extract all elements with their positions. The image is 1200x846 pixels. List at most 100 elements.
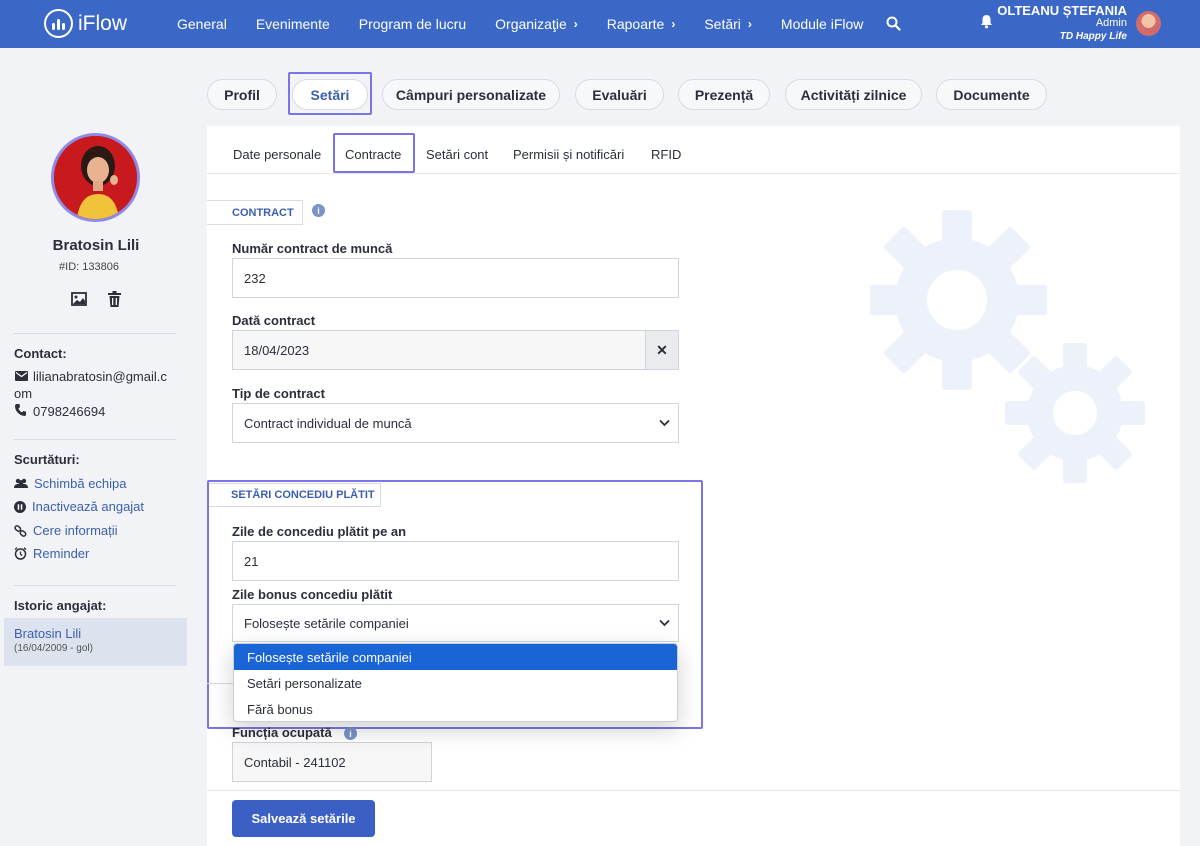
job-label: Funcția ocupată — [232, 725, 332, 740]
leave-days-label: Zile de concediu plătit pe an — [232, 524, 407, 539]
user-name: OLTEANU ȘTEFANIA — [997, 3, 1127, 18]
contract-date-input[interactable]: 18/04/2023 — [232, 330, 646, 370]
tab-label: Activități zilnice — [800, 86, 907, 103]
shortcut-change-team[interactable]: Schimbă echipa — [14, 476, 127, 491]
save-settings-button[interactable]: Salvează setările — [232, 800, 375, 837]
tab-label: Documente — [953, 86, 1030, 103]
profile-name: Bratosin Lili — [52, 237, 140, 254]
tab-documente[interactable]: Documente — [936, 79, 1047, 110]
users-icon — [14, 478, 28, 488]
bell-icon[interactable] — [980, 14, 993, 29]
nav-item-evenimente[interactable]: Evenimente — [256, 16, 330, 32]
nav-item-organizatie[interactable]: Organizaţie › — [495, 16, 578, 32]
user-avatar[interactable] — [1136, 11, 1161, 36]
nav-label: Organizaţie — [495, 16, 567, 32]
history-item[interactable]: Bratosin Lili (16/04/2009 - gol) — [4, 618, 187, 666]
tab-prezenta[interactable]: Prezență — [678, 79, 770, 110]
chevron-down-icon — [659, 419, 670, 427]
leave-bonus-select[interactable]: Folosește setările companiei — [232, 604, 679, 642]
shortcut-deactivate[interactable]: Inactivează angajat — [14, 499, 144, 514]
tab-label: Profil — [224, 86, 260, 103]
subtab-rfid[interactable]: RFID — [651, 147, 681, 162]
divider — [207, 790, 1180, 791]
shortcut-label: Schimbă echipa — [34, 476, 127, 491]
tab-evaluari[interactable]: Evaluări — [575, 79, 664, 110]
input-value: 21 — [244, 553, 259, 569]
subtab-date-personale[interactable]: Date personale — [233, 147, 321, 162]
contact-email-line2: om — [14, 386, 33, 401]
shortcut-reminder[interactable]: Reminder — [14, 546, 89, 561]
shortcut-label: Cere informații — [33, 523, 118, 538]
contract-number-label: Număr contract de muncă — [232, 241, 393, 256]
nav-label: General — [177, 16, 227, 32]
top-navbar: iFlow General Evenimente Program de lucr… — [0, 0, 1200, 48]
chevron-right-icon: › — [671, 17, 676, 31]
dropdown-option[interactable]: Folosește setările companiei — [234, 644, 677, 670]
profile-photo — [54, 136, 137, 219]
input-value: 18/04/2023 — [244, 342, 310, 358]
nav-item-module[interactable]: Module iFlow — [781, 16, 863, 32]
contract-date-label: Dată contract — [232, 313, 316, 328]
contact-email-line1: lilianabratosin@gmail.c — [33, 369, 167, 384]
tab-profil[interactable]: Profil — [207, 79, 277, 110]
bonus-dropdown-menu: Folosește setările companiei Setări pers… — [233, 643, 678, 722]
shortcuts-heading: Scurtături: — [14, 452, 80, 467]
nav-label: Rapoarte — [606, 16, 665, 32]
input-value: 232 — [244, 270, 266, 286]
subtab-permisii[interactable]: Permisii și notificări — [513, 147, 624, 162]
contract-number-input[interactable]: 232 — [232, 258, 679, 298]
gear-illustration — [870, 210, 1145, 483]
contract-type-label: Tip de contract — [232, 386, 325, 401]
nav-item-program[interactable]: Program de lucru — [359, 16, 466, 32]
info-icon[interactable]: i — [344, 727, 357, 740]
chevron-right-icon: › — [747, 17, 752, 31]
close-icon: ✕ — [656, 341, 668, 358]
contract-type-select[interactable]: Contract individual de muncă — [232, 403, 679, 443]
nav-label: Program de lucru — [358, 16, 467, 32]
search-icon[interactable] — [886, 16, 901, 31]
history-heading: Istoric angajat: — [14, 598, 107, 613]
history-name: Bratosin Lili — [14, 626, 82, 641]
shortcut-request-info[interactable]: Cere informații — [14, 523, 118, 538]
button-label: Salvează setările — [251, 811, 356, 826]
leave-days-input[interactable]: 21 — [232, 541, 679, 581]
app-name: iFlow — [78, 11, 128, 35]
alarm-clock-icon — [14, 547, 27, 560]
clear-date-button[interactable]: ✕ — [645, 330, 679, 370]
pause-circle-icon — [14, 500, 26, 513]
user-menu[interactable]: OLTEANU ȘTEFANIA Admin TD Happy Life — [997, 4, 1127, 43]
app-logo[interactable]: iFlow — [44, 9, 127, 38]
trash-icon[interactable] — [108, 291, 121, 307]
nav-label: Setări — [704, 16, 741, 32]
tab-campuri-personalizate[interactable]: Câmpuri personalizate — [382, 79, 560, 110]
tab-highlight — [288, 72, 372, 115]
subtab-highlight — [333, 133, 415, 173]
nav-label: Evenimente — [255, 16, 330, 32]
tab-label: Câmpuri personalizate — [395, 86, 547, 103]
job-input[interactable]: Contabil - 241102 — [232, 742, 432, 782]
shortcut-label: Inactivează angajat — [32, 499, 145, 514]
tab-label: Prezență — [694, 86, 754, 103]
link-icon — [14, 524, 27, 537]
info-icon[interactable]: i — [312, 204, 325, 217]
shortcut-label: Reminder — [33, 546, 90, 561]
tab-activitati-zilnice[interactable]: Activități zilnice — [785, 79, 922, 110]
nav-item-rapoarte[interactable]: Rapoarte › — [607, 16, 676, 32]
divider — [14, 333, 176, 334]
nav-label: Module iFlow — [780, 16, 864, 32]
tab-label: Evaluări — [592, 86, 647, 103]
nav-item-general[interactable]: General — [177, 16, 227, 32]
logo-icon — [44, 9, 73, 38]
section-contract-title: CONTRACT — [207, 200, 303, 225]
leave-bonus-label: Zile bonus concediu plătit — [232, 587, 393, 602]
profile-id: #ID: 133806 — [59, 261, 119, 273]
profile-avatar — [51, 133, 140, 222]
dropdown-option[interactable]: Setări personalizate — [234, 670, 677, 696]
divider — [207, 683, 235, 684]
image-icon[interactable] — [71, 292, 87, 306]
dropdown-option[interactable]: Fără bonus — [234, 696, 677, 721]
nav-item-setari[interactable]: Setări › — [704, 16, 752, 32]
chevron-right-icon: › — [573, 17, 578, 31]
subtab-setari-cont[interactable]: Setări cont — [426, 147, 488, 162]
chevron-down-icon — [659, 619, 670, 627]
